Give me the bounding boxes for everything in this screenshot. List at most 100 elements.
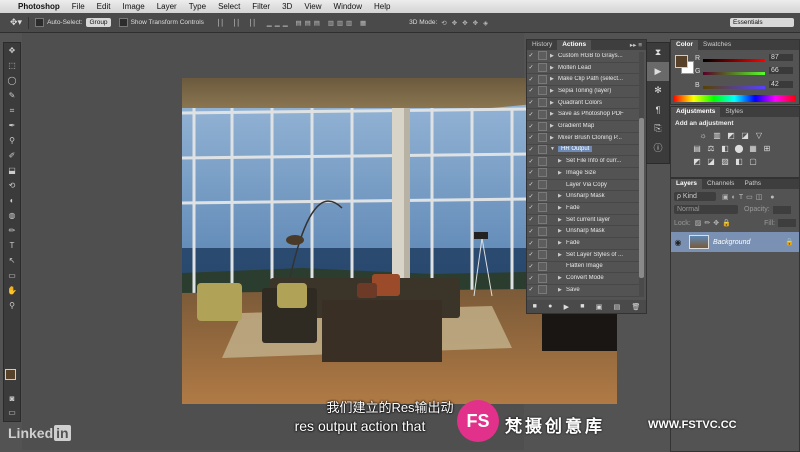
menu-image[interactable]: Image xyxy=(122,2,144,11)
adjustment-icon[interactable]: ⊞ xyxy=(761,143,773,154)
expand-triangle-icon[interactable]: ▶ xyxy=(550,65,558,71)
dialog-toggle-box[interactable] xyxy=(538,121,547,131)
dialog-toggle-box[interactable] xyxy=(538,144,547,154)
action-toggle-check[interactable]: ✓ xyxy=(527,169,535,176)
character-panel-icon[interactable]: ¶ xyxy=(647,100,669,119)
tab-layers[interactable]: Layers xyxy=(671,179,702,189)
expand-triangle-icon[interactable]: ▶ xyxy=(550,100,558,106)
menu-window[interactable]: Window xyxy=(334,2,362,11)
expand-triangle-icon[interactable]: ▶ xyxy=(558,252,566,258)
action-toggle-check[interactable]: ✓ xyxy=(527,275,535,282)
tab-styles[interactable]: Styles xyxy=(720,107,748,117)
tool-icon[interactable]: ↖ xyxy=(4,253,20,268)
red-slider[interactable] xyxy=(703,59,765,62)
g-value[interactable]: 66 xyxy=(769,67,793,74)
tool-icon[interactable]: ✒ xyxy=(4,118,20,133)
brush-panel-icon[interactable]: ✻ xyxy=(647,81,669,100)
options-icon[interactable]: ▤ xyxy=(614,303,621,311)
blue-slider[interactable] xyxy=(703,86,765,89)
layer-filter-icons[interactable]: ▣◐T▭◫ ● xyxy=(722,193,778,201)
adjustment-icon[interactable]: ◩ xyxy=(725,130,737,141)
tool-icon[interactable]: ✥ xyxy=(4,43,20,58)
new-action-icon[interactable]: ▣ xyxy=(596,303,603,311)
dialog-toggle-box[interactable] xyxy=(538,86,547,96)
adjustment-icon[interactable]: ▨ xyxy=(719,156,731,167)
blend-mode-select[interactable]: Normal xyxy=(674,205,738,214)
action-toggle-check[interactable]: ✓ xyxy=(527,286,535,293)
tool-icon[interactable]: ⟲ xyxy=(4,178,20,193)
adjustment-icon[interactable]: ▢ xyxy=(747,156,759,167)
color-spectrum[interactable] xyxy=(673,95,796,102)
clone-source-icon[interactable]: ⎘ xyxy=(647,119,669,138)
actions-panel-icon[interactable]: ▶ xyxy=(647,62,669,81)
tool-icon[interactable]: ⌗ xyxy=(4,103,20,118)
action-toggle-check[interactable]: ✓ xyxy=(527,64,535,71)
menu-view[interactable]: View xyxy=(304,2,321,11)
tab-history[interactable]: History xyxy=(527,40,557,50)
dialog-toggle-box[interactable] xyxy=(538,215,547,225)
align-icons[interactable]: ▕▏▕▏▕▏ ▁▁▁ ▤▤▤ ▥▥▥ ▦ xyxy=(214,19,369,27)
adjustment-icon[interactable]: ◪ xyxy=(705,156,717,167)
action-toggle-check[interactable]: ✓ xyxy=(527,134,535,141)
3d-mode-icons[interactable]: ⟲✥✥✥◈ xyxy=(441,19,493,27)
expand-triangle-icon[interactable]: ▼ xyxy=(550,146,558,152)
menu-file[interactable]: File xyxy=(72,2,85,11)
action-toggle-check[interactable]: ✓ xyxy=(527,123,535,130)
tab-paths[interactable]: Paths xyxy=(739,179,766,189)
opacity-field[interactable] xyxy=(772,205,791,214)
adjustment-icon[interactable]: ▥ xyxy=(711,130,723,141)
menu-edit[interactable]: Edit xyxy=(97,2,111,11)
dialog-toggle-box[interactable] xyxy=(538,109,547,119)
dialog-toggle-box[interactable] xyxy=(538,63,547,73)
tool-icon[interactable]: ◐ xyxy=(4,193,20,208)
adjustment-icon[interactable]: ◧ xyxy=(733,156,745,167)
actions-scroll-thumb[interactable] xyxy=(639,118,644,278)
dialog-toggle-box[interactable] xyxy=(538,191,547,201)
stop-icon[interactable]: ■ xyxy=(533,303,537,310)
action-toggle-check[interactable]: ✓ xyxy=(527,87,535,94)
adjustment-icon[interactable]: ⚖ xyxy=(705,143,717,154)
green-slider[interactable] xyxy=(703,72,765,75)
dialog-toggle-box[interactable] xyxy=(538,98,547,108)
expand-triangle-icon[interactable]: ▶ xyxy=(558,217,566,223)
adjustment-icon[interactable]: ◩ xyxy=(691,156,703,167)
tab-swatches[interactable]: Swatches xyxy=(698,40,736,50)
tool-icon[interactable]: ✏ xyxy=(4,223,20,238)
action-row[interactable]: ✓ ▶ Save xyxy=(527,284,640,297)
tool-icon[interactable]: ✐ xyxy=(4,148,20,163)
action-toggle-check[interactable]: ✓ xyxy=(527,216,535,223)
tool-icon[interactable]: ⚲ xyxy=(4,133,20,148)
dialog-toggle-box[interactable] xyxy=(538,180,547,190)
action-toggle-check[interactable]: ✓ xyxy=(527,146,535,153)
actions-scrollbar[interactable] xyxy=(639,52,644,297)
adjustment-icon[interactable]: ◧ xyxy=(719,143,731,154)
tool-icon[interactable]: ▭ xyxy=(4,268,20,283)
dialog-toggle-box[interactable] xyxy=(538,203,547,213)
action-toggle-check[interactable]: ✓ xyxy=(527,52,535,59)
dialog-toggle-box[interactable] xyxy=(538,156,547,166)
action-toggle-check[interactable]: ✓ xyxy=(527,263,535,270)
expand-triangle-icon[interactable]: ▶ xyxy=(558,193,566,199)
menu-select[interactable]: Select xyxy=(218,2,240,11)
expand-triangle-icon[interactable]: ▶ xyxy=(558,205,566,211)
adjustment-icon[interactable]: ⬤ xyxy=(733,143,745,154)
history-panel-icon[interactable]: ⧗ xyxy=(647,43,669,62)
menu-help[interactable]: Help xyxy=(374,2,390,11)
foreground-color-swatch[interactable] xyxy=(5,369,16,380)
dialog-toggle-box[interactable] xyxy=(538,133,547,143)
menu-layer[interactable]: Layer xyxy=(157,2,177,11)
expand-triangle-icon[interactable]: ▶ xyxy=(550,123,558,129)
dialog-toggle-box[interactable] xyxy=(538,250,547,260)
tool-icon[interactable]: ✎ xyxy=(4,88,20,103)
dialog-toggle-box[interactable] xyxy=(538,168,547,178)
expand-triangle-icon[interactable]: ▶ xyxy=(550,76,558,82)
tool-icon[interactable]: T xyxy=(4,238,20,253)
info-icon[interactable]: ⓘ xyxy=(647,138,669,157)
action-toggle-check[interactable]: ✓ xyxy=(527,251,535,258)
action-toggle-check[interactable]: ✓ xyxy=(527,76,535,83)
adjustment-icon[interactable]: ▦ xyxy=(747,143,759,154)
tab-adjustments[interactable]: Adjustments xyxy=(671,107,721,117)
menu-filter[interactable]: Filter xyxy=(252,2,270,11)
action-toggle-check[interactable]: ✓ xyxy=(527,99,535,106)
dialog-toggle-box[interactable] xyxy=(538,285,547,295)
